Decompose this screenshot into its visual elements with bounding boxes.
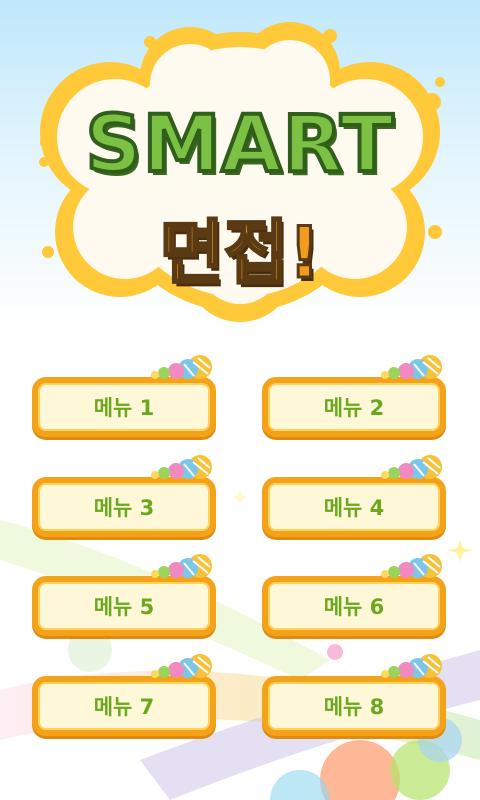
menu-button-4[interactable]: 메뉴 4	[262, 477, 446, 537]
menu-button-3[interactable]: 메뉴 3	[32, 477, 216, 537]
candy-icon	[381, 554, 442, 578]
menu-button-6[interactable]: 메뉴 6	[262, 576, 446, 636]
menu-button-2[interactable]: 메뉴 2	[262, 377, 446, 437]
candy-icon	[151, 554, 212, 578]
menu-button-label: 메뉴 2	[323, 396, 385, 420]
candy-icon	[151, 654, 212, 678]
menu-button-label: 메뉴 6	[323, 595, 385, 619]
logo-title: SMART	[84, 98, 396, 192]
candy-icon	[381, 355, 442, 379]
app-logo: SMART 면접!	[30, 22, 450, 322]
menu-button-5[interactable]: 메뉴 5	[32, 576, 216, 636]
menu-button-label: 메뉴 5	[93, 595, 155, 619]
menu-button-label: 메뉴 4	[323, 496, 385, 520]
menu-button-label: 메뉴 7	[93, 695, 155, 719]
menu-button-1[interactable]: 메뉴 1	[32, 377, 216, 437]
menu-button-7[interactable]: 메뉴 7	[32, 676, 216, 736]
menu-button-label: 메뉴 3	[93, 496, 155, 520]
logo-subtitle: 면접!	[158, 211, 322, 296]
menu-button-label: 메뉴 1	[93, 396, 155, 420]
menu-button-8[interactable]: 메뉴 8	[262, 676, 446, 736]
candy-icon	[151, 355, 212, 379]
candy-icon	[381, 455, 442, 479]
candy-icon	[151, 455, 212, 479]
candy-icon	[381, 654, 442, 678]
menu-button-label: 메뉴 8	[323, 695, 385, 719]
